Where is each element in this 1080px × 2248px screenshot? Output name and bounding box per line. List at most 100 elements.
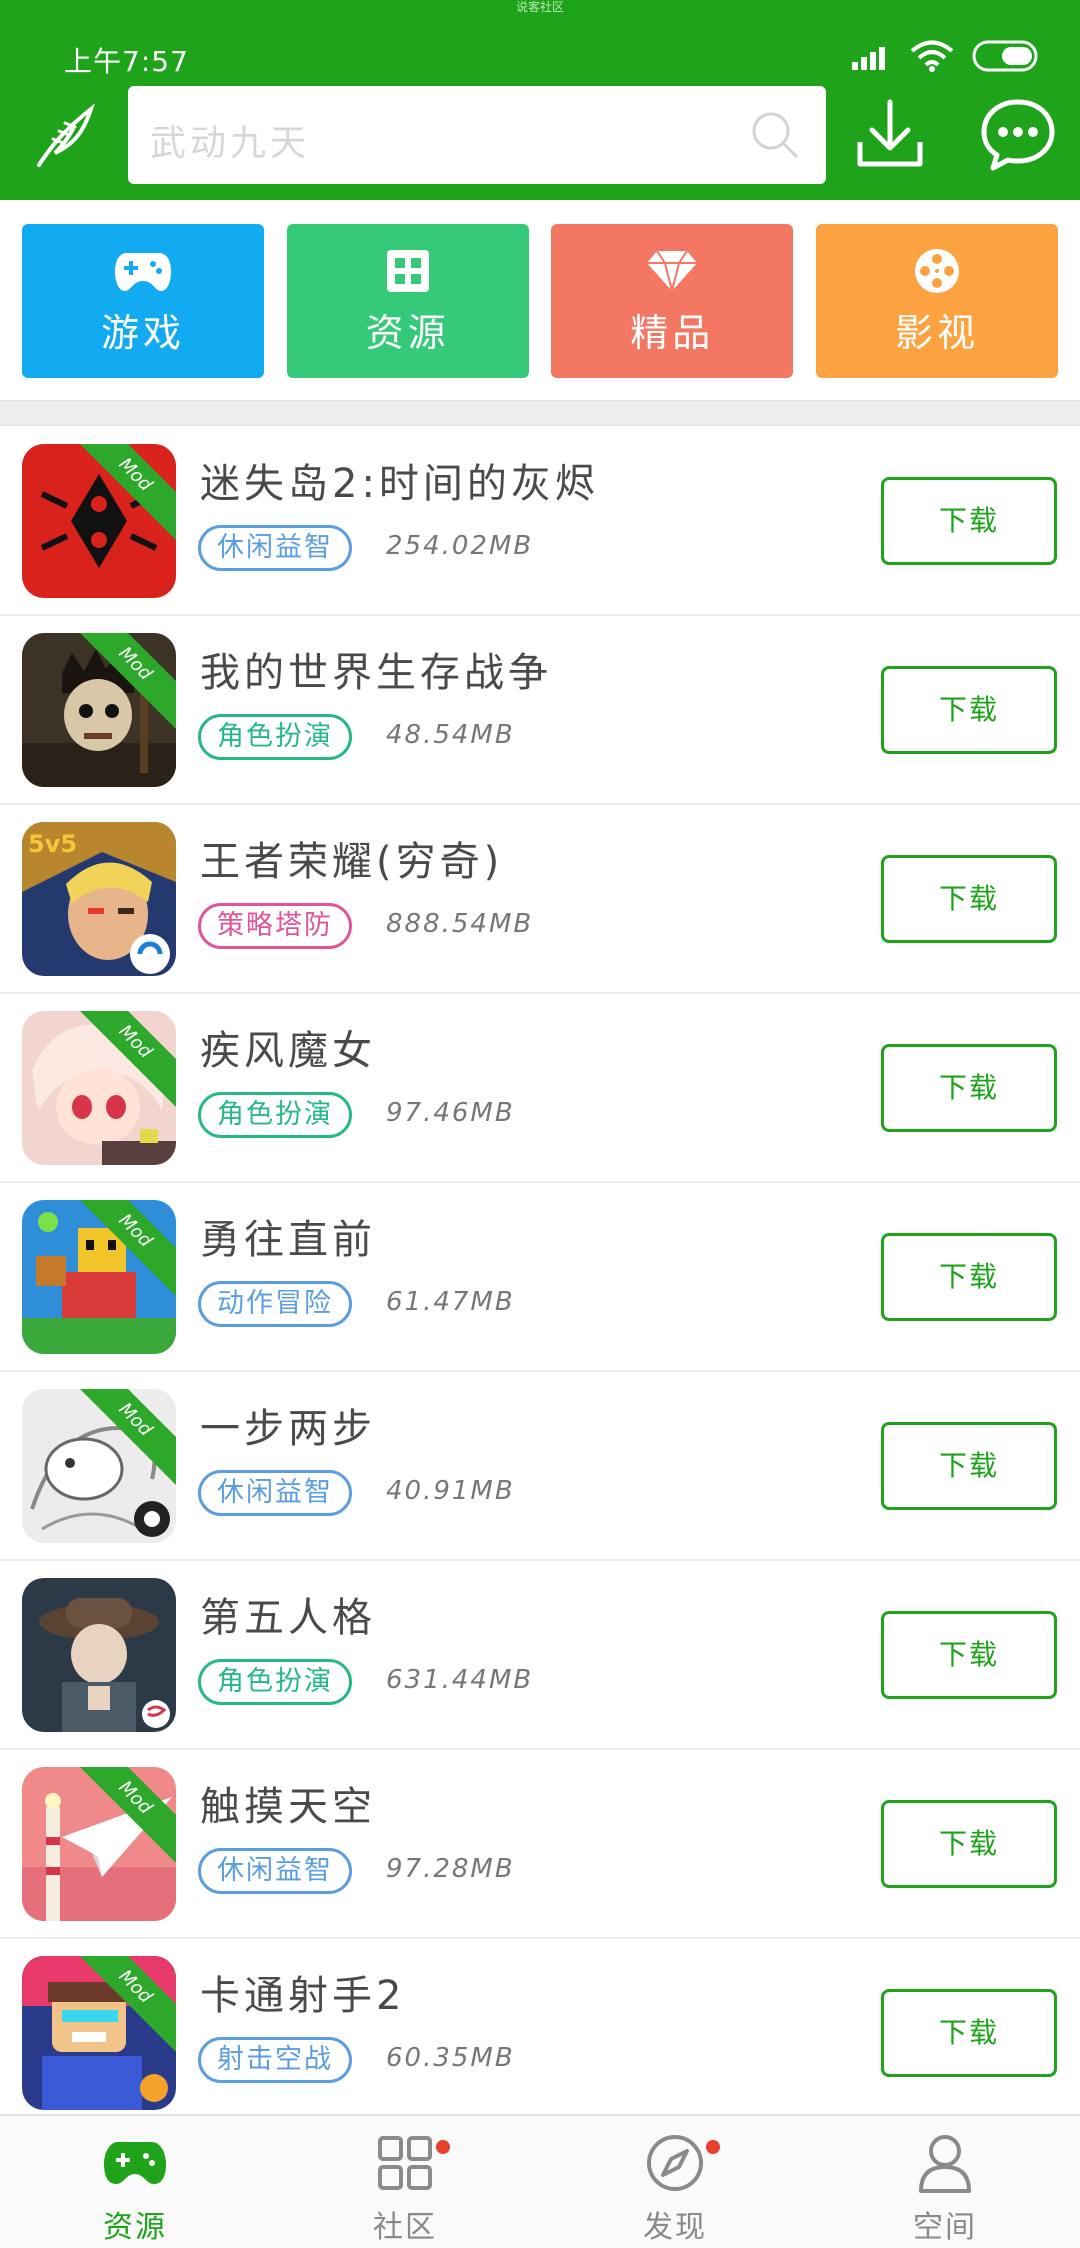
app-icon-touch-the-sky[interactable]: Mod — [22, 1767, 176, 1921]
status-bar: 上午7:57 — [0, 36, 1080, 78]
app-icon-identity-v[interactable] — [22, 1578, 176, 1732]
nav-label: 发现 — [643, 2210, 707, 2245]
top-header: 说客社区 上午7:57 武动九天 — [0, 0, 1080, 200]
category-tiles: 游戏 资源 精品 影视 — [22, 224, 1058, 378]
category-label: 资源 — [365, 310, 450, 355]
gamepad-icon — [113, 246, 173, 296]
app-name[interactable]: 疾风魔女 — [200, 1018, 376, 1076]
message-icon[interactable] — [978, 94, 1058, 174]
app-caption: 说客社区 — [515, 0, 564, 14]
download-button[interactable]: 下载 — [881, 1611, 1057, 1699]
app-list: Mod 迷失岛2:时间的灰烬 休闲益智 254.02MB 下载 Mod 我的世界… — [0, 427, 1080, 2128]
app-size: 48.54MB — [386, 720, 515, 750]
compass-icon — [642, 2130, 708, 2196]
app-size: 40.91MB — [386, 1476, 515, 1506]
list-item[interactable]: 5v5 王者荣耀(穷奇) 策略塔防 888.54MB 下载 — [0, 805, 1080, 994]
section-divider — [0, 400, 1080, 426]
app-name[interactable]: 勇往直前 — [200, 1207, 376, 1265]
app-icon-cartoon-shooter[interactable]: Mod — [22, 1956, 176, 2110]
app-size: 97.46MB — [386, 1098, 515, 1128]
category-label: 游戏 — [100, 310, 185, 355]
app-size: 254.02MB — [386, 531, 534, 561]
bottom-nav: 资源 社区 发现 空间 — [0, 2114, 1080, 2248]
notification-dot — [706, 2140, 720, 2154]
list-item[interactable]: Mod 迷失岛2:时间的灰烬 休闲益智 254.02MB 下载 — [0, 427, 1080, 616]
download-button[interactable]: 下载 — [881, 1989, 1057, 2077]
list-item[interactable]: Mod 卡通射手2 射击空战 60.35MB 下载 — [0, 1939, 1080, 2128]
toolbar: 武动九天 — [0, 86, 1080, 186]
app-category-tag[interactable]: 动作冒险 — [198, 1281, 352, 1327]
diamond-icon — [642, 246, 702, 296]
app-name[interactable]: 卡通射手2 — [200, 1963, 405, 2021]
nav-label: 空间 — [913, 2210, 977, 2245]
nav-space[interactable]: 空间 — [810, 2116, 1080, 2248]
nav-resources[interactable]: 资源 — [0, 2116, 270, 2248]
download-button[interactable]: 下载 — [881, 1800, 1057, 1888]
search-placeholder: 武动九天 — [150, 123, 311, 164]
download-button[interactable]: 下载 — [881, 1044, 1057, 1132]
nav-community[interactable]: 社区 — [270, 2116, 540, 2248]
app-icon-survival[interactable]: Mod — [22, 633, 176, 787]
nav-discover[interactable]: 发现 — [540, 2116, 810, 2248]
list-item[interactable]: Mod 一步两步 休闲益智 40.91MB 下载 — [0, 1372, 1080, 1561]
notification-dot — [436, 2140, 450, 2154]
app-name[interactable]: 迷失岛2:时间的灰烬 — [200, 451, 599, 509]
download-manager-icon[interactable] — [852, 96, 928, 172]
category-games[interactable]: 游戏 — [22, 224, 264, 378]
signal-icon — [852, 42, 892, 74]
app-category-tag[interactable]: 角色扮演 — [198, 1092, 352, 1138]
app-name[interactable]: 第五人格 — [200, 1585, 376, 1643]
download-button[interactable]: 下载 — [881, 1422, 1057, 1510]
list-item[interactable]: Mod 勇往直前 动作冒险 61.47MB 下载 — [0, 1183, 1080, 1372]
status-time: 上午7:57 — [64, 45, 189, 78]
gamepad-icon — [102, 2130, 168, 2196]
person-icon — [912, 2130, 978, 2196]
app-category-tag[interactable]: 角色扮演 — [198, 714, 352, 760]
list-item[interactable]: Mod 我的世界生存战争 角色扮演 48.54MB 下载 — [0, 616, 1080, 805]
app-icon-gale-witch[interactable]: Mod — [22, 1011, 176, 1165]
feather-logo-icon[interactable] — [30, 100, 102, 172]
app-name[interactable]: 我的世界生存战争 — [200, 640, 552, 698]
category-video[interactable]: 影视 — [815, 224, 1058, 378]
category-label: 精品 — [630, 310, 715, 355]
wifi-icon — [910, 40, 954, 76]
app-category-tag[interactable]: 策略塔防 — [198, 903, 352, 949]
app-category-tag[interactable]: 休闲益智 — [198, 1848, 352, 1894]
category-label: 影视 — [894, 310, 979, 355]
download-button[interactable]: 下载 — [881, 855, 1057, 943]
svg-text:5v5: 5v5 — [28, 830, 77, 858]
app-name[interactable]: 一步两步 — [200, 1396, 376, 1454]
list-item[interactable]: Mod 触摸天空 休闲益智 97.28MB 下载 — [0, 1750, 1080, 1939]
app-icon-honor-of-kings[interactable]: 5v5 — [22, 822, 176, 976]
app-size: 631.44MB — [386, 1665, 534, 1695]
battery-icon — [972, 40, 1040, 76]
app-name[interactable]: 王者荣耀(穷奇) — [200, 829, 503, 887]
app-size: 888.54MB — [386, 909, 534, 939]
app-category-tag[interactable]: 射击空战 — [198, 2037, 352, 2083]
nav-label: 社区 — [373, 2210, 437, 2245]
nav-label: 资源 — [103, 2210, 167, 2245]
search-input[interactable]: 武动九天 — [128, 86, 826, 184]
app-size: 61.47MB — [386, 1287, 515, 1317]
app-category-tag[interactable]: 休闲益智 — [198, 525, 352, 571]
app-category-tag[interactable]: 休闲益智 — [198, 1470, 352, 1516]
download-button[interactable]: 下载 — [881, 1233, 1057, 1321]
category-premium[interactable]: 精品 — [551, 224, 794, 378]
grid-icon — [372, 2130, 438, 2196]
app-name[interactable]: 触摸天空 — [200, 1774, 376, 1832]
category-resources[interactable]: 资源 — [286, 224, 529, 378]
app-icon-one-step-two-steps[interactable]: Mod — [22, 1389, 176, 1543]
status-icons — [852, 40, 1040, 76]
download-button[interactable]: 下载 — [881, 477, 1057, 565]
download-button[interactable]: 下载 — [881, 666, 1057, 754]
film-reel-icon — [907, 246, 967, 296]
app-icon-lost-island[interactable]: Mod — [22, 444, 176, 598]
app-size: 97.28MB — [386, 1854, 515, 1884]
app-icon-go-forward[interactable]: Mod — [22, 1200, 176, 1354]
search-icon[interactable] — [750, 110, 800, 160]
list-item[interactable]: 第五人格 角色扮演 631.44MB 下载 — [0, 1561, 1080, 1750]
app-size: 60.35MB — [386, 2043, 515, 2073]
grid-icon — [378, 246, 438, 296]
app-category-tag[interactable]: 角色扮演 — [198, 1659, 352, 1705]
list-item[interactable]: Mod 疾风魔女 角色扮演 97.46MB 下载 — [0, 994, 1080, 1183]
